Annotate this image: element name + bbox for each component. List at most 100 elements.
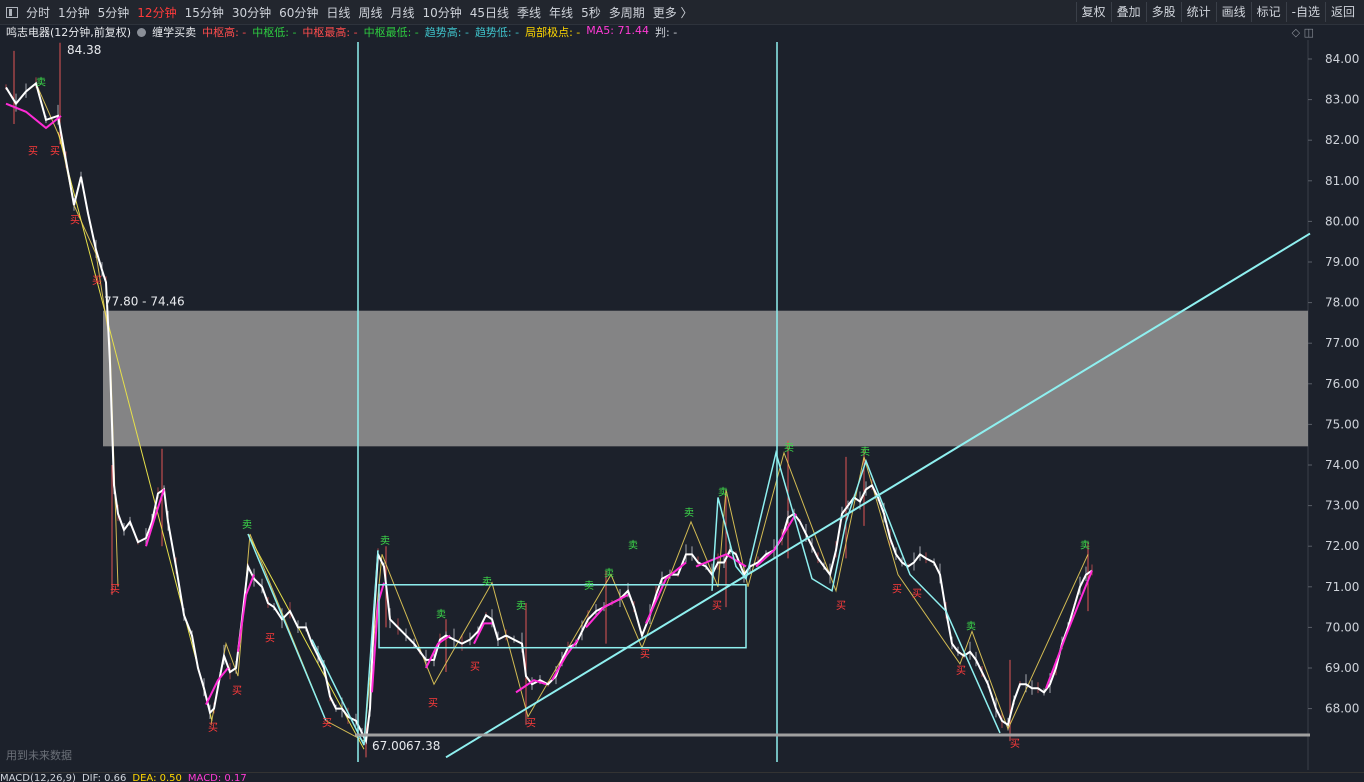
axis-label: 80.00 [1325, 214, 1359, 228]
ma5-segment [551, 638, 579, 681]
axis-label: 75.00 [1325, 417, 1359, 431]
period-tab[interactable]: 45日线 [466, 4, 513, 21]
sell-signal: 卖 [242, 519, 252, 531]
indicator-value: 判: - [655, 26, 678, 39]
period-tab[interactable]: 5秒 [577, 4, 605, 21]
toolbar-button[interactable]: 叠加 [1110, 2, 1146, 22]
toolbar-button[interactable]: -自选 [1285, 2, 1325, 22]
bi-line [210, 451, 1089, 742]
sell-signal: 卖 [718, 486, 728, 498]
chart-corner-icons: ◇ ◫ [1292, 26, 1314, 39]
sell-signal: 卖 [628, 539, 638, 551]
ma5-segment [145, 489, 165, 547]
buy-signal: 买 [912, 588, 922, 600]
period-tab[interactable]: 周线 [354, 4, 386, 21]
axis-label: 69.00 [1325, 661, 1359, 675]
sell-signal: 卖 [860, 446, 870, 458]
period-tab[interactable]: 10分钟 [418, 4, 465, 21]
axis-label: 77.00 [1325, 336, 1359, 350]
indicator-value: MA5: 71.44 [586, 24, 649, 37]
buy-signal: 买 [526, 718, 536, 730]
buy-signal: 买 [1010, 738, 1020, 750]
indicator-value: 中枢最低: - [363, 26, 419, 39]
indicator-dot-icon[interactable] [137, 27, 147, 37]
high-label: 84.38 [67, 43, 101, 57]
axis-label: 79.00 [1325, 255, 1359, 269]
price-chart[interactable]: 84.00 83.00 82.00 81.00 80.00 79.00 78.00 77.00… [0, 40, 1364, 770]
sell-signal: 卖 [516, 600, 526, 612]
sell-signal: 卖 [482, 576, 492, 588]
buy-signal: 买 [712, 600, 722, 612]
buy-signal: 买 [892, 584, 902, 596]
period-tab[interactable]: 60分钟 [275, 4, 322, 21]
toolbar-button[interactable]: 返回 [1324, 2, 1360, 22]
period-tab[interactable]: 年线 [545, 4, 577, 21]
low-label: 67.00 [372, 739, 406, 753]
ma5-segment [1045, 570, 1093, 689]
axis-label: 83.00 [1325, 93, 1359, 107]
stock-title: 鸣志电器(12分钟,前复权) [6, 26, 132, 39]
sell-signal: 卖 [604, 568, 614, 580]
period-tab[interactable]: 更多 〉 [649, 4, 697, 21]
axis-label: 68.00 [1325, 702, 1359, 716]
axis-label: 78.00 [1325, 296, 1359, 310]
axis-label: 81.00 [1325, 174, 1359, 188]
diamond-icon[interactable]: ◇ [1292, 26, 1300, 39]
buy-signal: 买 [836, 600, 846, 612]
pivot-zone [103, 310, 1308, 447]
period-tab[interactable]: 12分钟 [133, 4, 180, 21]
sell-signal: 卖 [784, 442, 794, 454]
indicator-values: 中枢高: - 中枢低: - 中枢最高: - 中枢最低: - 趋势高: - 趋势低: - 局部… [202, 24, 683, 40]
period-tab[interactable]: 1分钟 [54, 4, 94, 21]
buy-signal: 买 [428, 697, 438, 709]
period-tab[interactable]: 15分钟 [181, 4, 228, 21]
period-tab[interactable]: 日线 [322, 4, 354, 21]
layout-toggle-icon[interactable] [6, 6, 18, 18]
period-toolbar: 分时 1分钟 5分钟 12分钟 15分钟 30分钟 60分钟 日线 周线 月线 10分钟 45日线 季线… [0, 0, 1364, 25]
axis-label: 70.00 [1325, 620, 1359, 634]
buy-signal: 买 [110, 584, 120, 596]
axis-label: 74.00 [1325, 458, 1359, 472]
cyan-leg [311, 639, 365, 746]
toolbar-button[interactable]: 统计 [1180, 2, 1216, 22]
indicator-value: 中枢低: - [252, 26, 297, 39]
axis-label: 72.00 [1325, 539, 1359, 553]
buy-signal: 买 [232, 685, 242, 697]
buy-signal: 买 [322, 718, 332, 730]
toolbar-button[interactable]: 复权 [1075, 2, 1111, 22]
indicator-value: 趋势高: - [424, 26, 469, 39]
buy-signal: 买 [956, 665, 966, 677]
period-tabs: 分时 1分钟 5分钟 12分钟 15分钟 30分钟 60分钟 日线 周线 月线 10分钟 45日线 季线… [4, 0, 697, 24]
sell-signal: 卖 [36, 76, 46, 88]
sell-signal: 卖 [1080, 539, 1090, 551]
period-tab[interactable]: 5分钟 [94, 4, 134, 21]
window-icon[interactable]: ◫ [1304, 26, 1314, 39]
buy-signal: 买 [92, 275, 102, 287]
low-label-2: 67.38 [406, 739, 440, 753]
consolidation-box [378, 584, 747, 649]
period-tab[interactable]: 多周期 [605, 4, 649, 21]
buy-signal: 买 [50, 145, 60, 157]
period-tab[interactable]: 分时 [22, 4, 54, 21]
toolbar-button[interactable]: 多股 [1145, 2, 1181, 22]
indicator-name[interactable]: 缠学买卖 [152, 24, 196, 40]
toolbar-button[interactable]: 画线 [1215, 2, 1251, 22]
period-tab[interactable]: 季线 [513, 4, 545, 21]
buy-signal: 买 [70, 214, 80, 226]
axis-label: 73.00 [1325, 499, 1359, 513]
toolbar-right-buttons: 复权 叠加 多股 统计 画线 标记 -自选 返回 [1075, 0, 1360, 24]
buy-signal: 买 [470, 661, 480, 673]
indicator-value: 趋势低: - [474, 26, 520, 39]
ma5-segment [205, 667, 229, 705]
sell-signal: 卖 [436, 608, 446, 620]
price-axis: 84.00 83.00 82.00 81.00 80.00 79.00 78.00 77.00… [1308, 52, 1359, 716]
toolbar-button[interactable]: 标记 [1250, 2, 1286, 22]
buy-signal: 买 [265, 632, 275, 644]
zone-label: 77.80 - 74.46 [104, 295, 185, 309]
sell-signal: 卖 [584, 580, 594, 592]
axis-label: 76.00 [1325, 377, 1359, 391]
axis-label: 82.00 [1325, 133, 1359, 147]
period-tab[interactable]: 月线 [386, 4, 418, 21]
period-tab[interactable]: 30分钟 [228, 4, 275, 21]
indicator-value: 局部极点: - [525, 26, 581, 39]
